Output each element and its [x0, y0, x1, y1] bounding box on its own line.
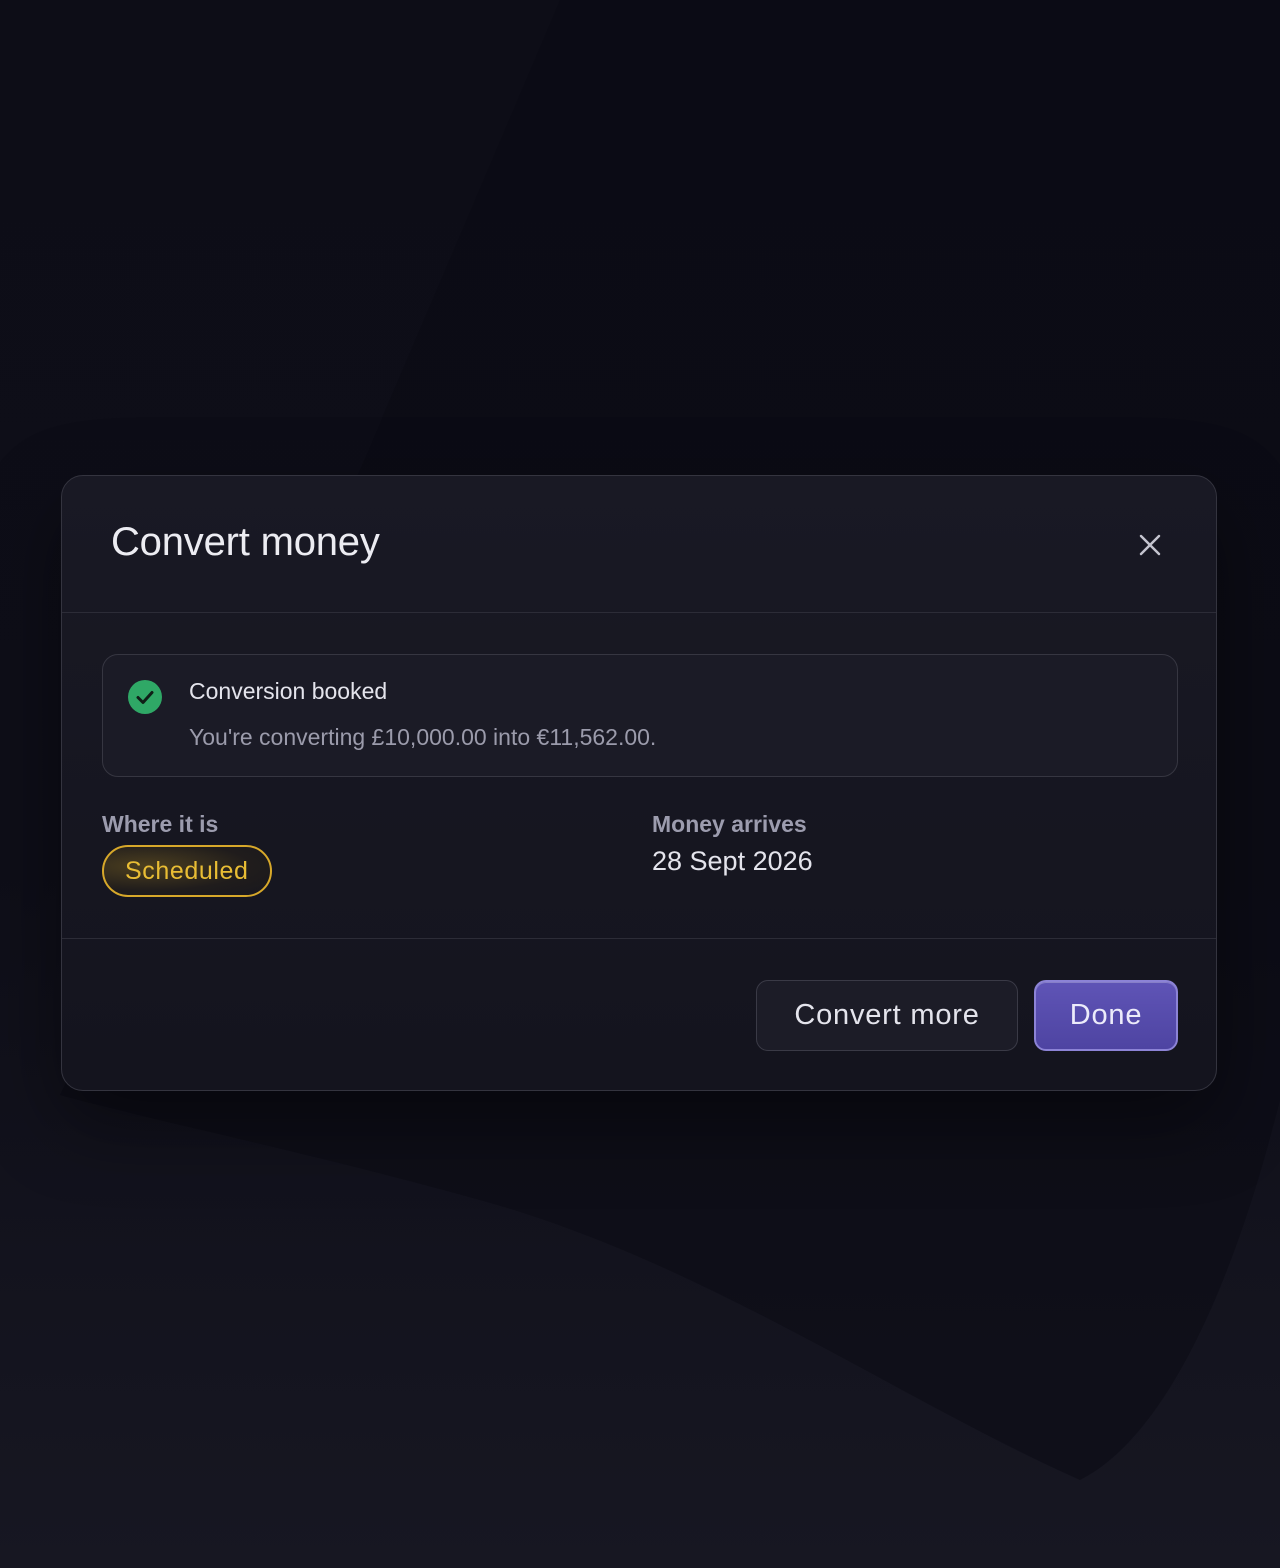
arrival-label: Money arrives: [652, 811, 807, 837]
status-label: Where it is: [102, 811, 219, 837]
done-button[interactable]: Done: [1034, 980, 1178, 1051]
close-button[interactable]: [1130, 525, 1170, 565]
convert-money-dialog: Convert money Conversion booked You're c…: [61, 475, 1217, 1091]
dialog-body: Conversion booked You're converting £10,…: [62, 613, 1216, 939]
check-circle-icon: [128, 680, 162, 714]
alert-title: Conversion booked: [189, 678, 388, 704]
status-badge: Scheduled: [102, 845, 272, 897]
dialog-footer: Convert more Done: [62, 939, 1216, 1089]
success-alert: Conversion booked You're converting £10,…: [102, 654, 1178, 777]
convert-more-button[interactable]: Convert more: [756, 980, 1018, 1051]
dialog-header: Convert money: [62, 476, 1216, 613]
alert-message: You're converting £10,000.00 into €11,56…: [189, 724, 657, 750]
dialog-title: Convert money: [111, 520, 380, 564]
close-icon: [1139, 534, 1161, 556]
arrival-date: 28 Sept 2026: [652, 846, 813, 876]
